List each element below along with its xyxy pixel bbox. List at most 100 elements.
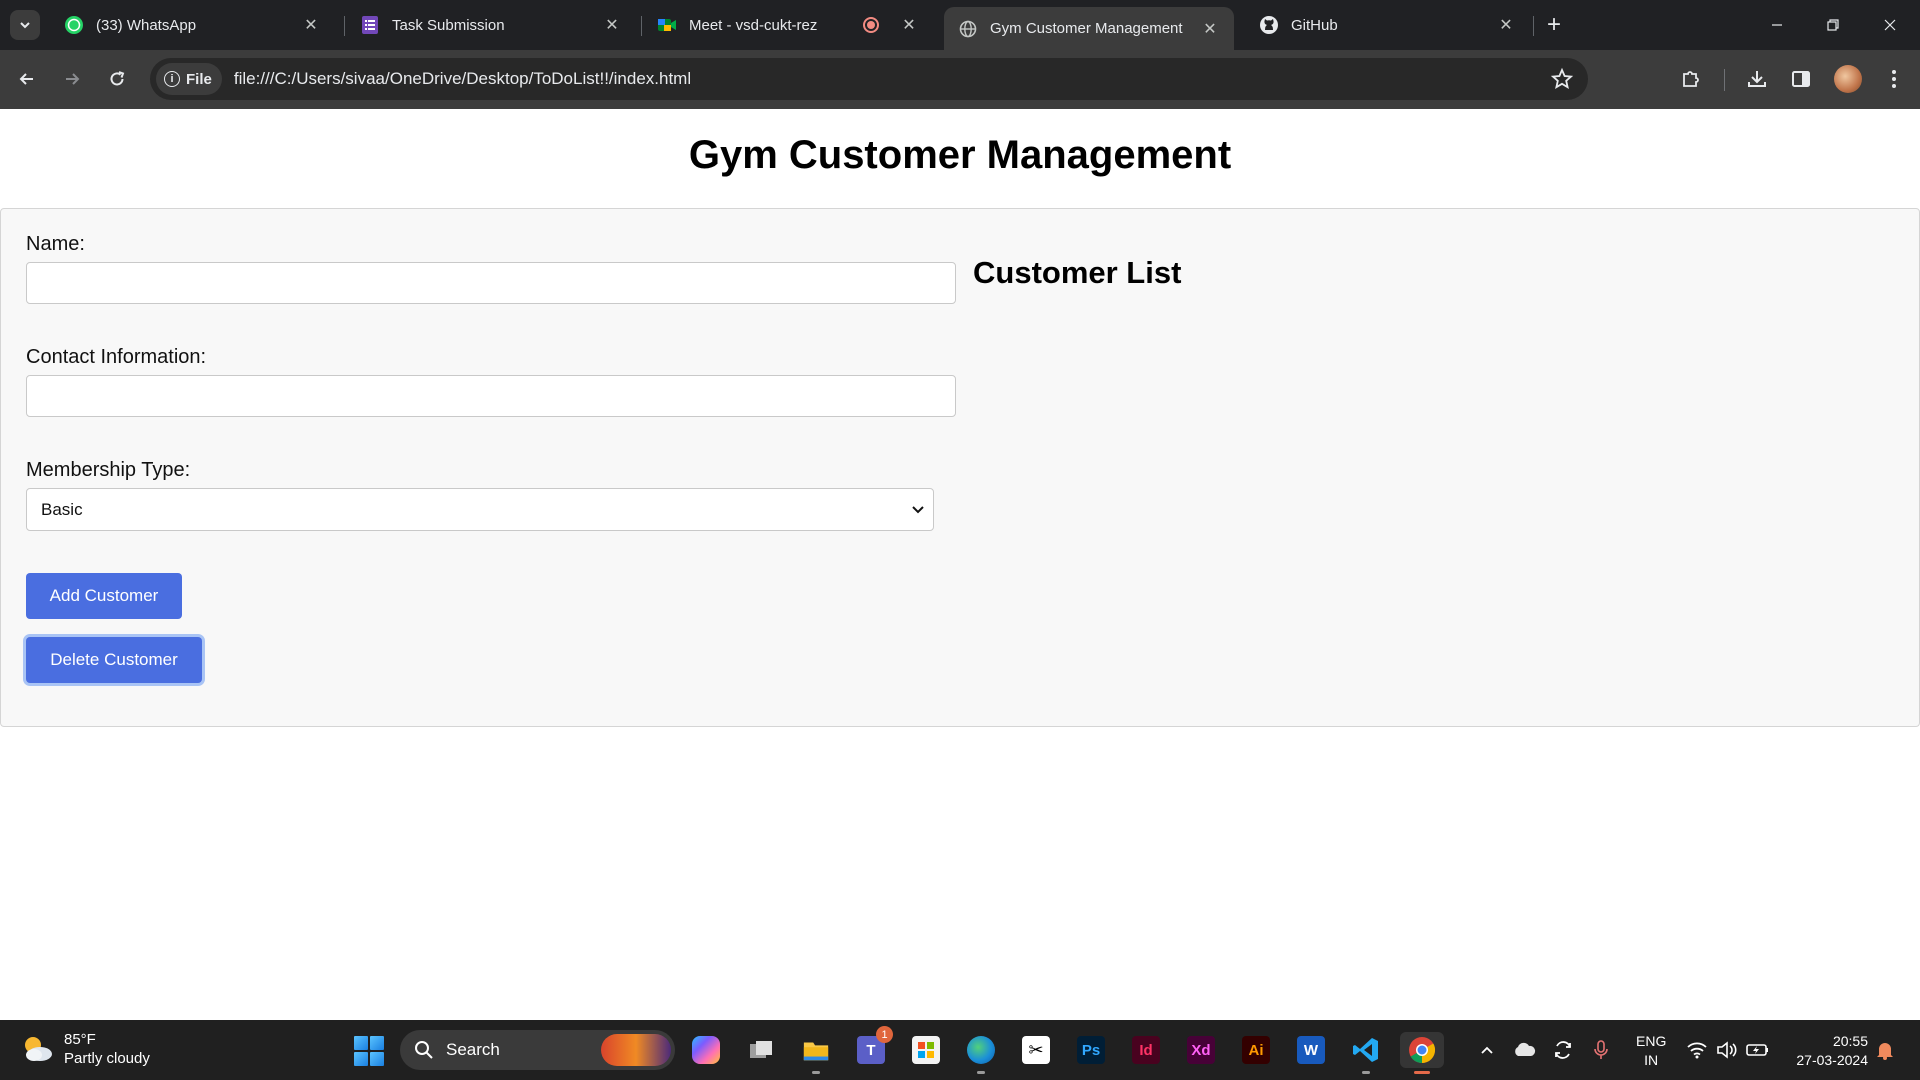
kebab-menu-icon	[1892, 70, 1896, 88]
github-icon	[1259, 15, 1279, 35]
notifications-button[interactable]	[1870, 1020, 1900, 1080]
cloud-icon	[1515, 1042, 1536, 1056]
start-tile	[370, 1052, 384, 1066]
chevron-down-icon	[912, 506, 924, 514]
name-input[interactable]	[26, 262, 956, 304]
tab-search-button[interactable]	[10, 10, 40, 40]
wifi-status[interactable]	[1682, 1020, 1712, 1080]
notification-badge: 1	[876, 1026, 893, 1043]
battery-status[interactable]	[1742, 1020, 1774, 1080]
vscode-button[interactable]	[1348, 1032, 1384, 1074]
site-info-chip[interactable]: i File	[156, 63, 222, 95]
task-view-button[interactable]	[743, 1032, 779, 1068]
region-code: IN	[1644, 1052, 1659, 1068]
tab-meet[interactable]: Meet - vsd-cukt-rez ✕	[643, 7, 933, 43]
illustrator-button[interactable]: Ai	[1238, 1032, 1274, 1068]
tab-title: Task Submission	[392, 16, 505, 34]
membership-label: Membership Type:	[26, 459, 191, 481]
indesign-icon: Id	[1132, 1036, 1160, 1064]
browser-menu-button[interactable]	[1879, 64, 1909, 94]
capcut-icon: ✂	[1022, 1036, 1050, 1064]
tab-gym-customer-management[interactable]: Gym Customer Management ✕	[944, 7, 1234, 50]
window-close-button[interactable]	[1870, 8, 1910, 42]
clock-date: 27-03-2024	[1796, 1052, 1868, 1068]
clock-time: 20:55	[1832, 1033, 1868, 1049]
minimize-button[interactable]	[1757, 8, 1797, 42]
back-button[interactable]	[12, 64, 42, 94]
task-view-icon	[747, 1036, 775, 1064]
start-button[interactable]	[354, 1036, 384, 1066]
sync-icon	[1555, 1041, 1571, 1059]
microsoft-store-button[interactable]	[908, 1032, 944, 1068]
tab-title: Gym Customer Management	[990, 20, 1183, 37]
bookmark-star-icon[interactable]	[1550, 67, 1574, 96]
word-button[interactable]: W	[1293, 1032, 1329, 1068]
page-content: Gym Customer Management Name: Contact In…	[0, 109, 1920, 1020]
tab-task-submission[interactable]: Task Submission ✕	[346, 7, 636, 43]
illustrator-icon: Ai	[1242, 1036, 1270, 1064]
close-icon[interactable]: ✕	[1200, 19, 1220, 39]
onedrive-button[interactable]	[1506, 1020, 1542, 1080]
contact-label: Contact Information:	[26, 346, 207, 368]
close-icon	[1884, 19, 1896, 31]
puzzle-icon	[1683, 71, 1699, 87]
browser-toolbar: i File file:///C:/Users/sivaa/OneDrive/D…	[0, 50, 1920, 109]
chrome-button[interactable]	[1400, 1032, 1444, 1074]
chrome-icon	[1408, 1036, 1436, 1064]
contact-input[interactable]	[26, 375, 956, 417]
tab-strip: (33) WhatsApp ✕ Task Submission ✕ Meet -…	[0, 0, 1920, 50]
word-icon: W	[1297, 1036, 1325, 1064]
chevron-down-icon	[20, 22, 30, 29]
weather-widget[interactable]: 85°F Partly cloudy	[20, 1030, 150, 1068]
volume-status[interactable]	[1712, 1020, 1742, 1080]
customer-form-panel: Name: Contact Information: Membership Ty…	[0, 208, 1920, 727]
sync-button[interactable]	[1546, 1020, 1580, 1080]
system-clock[interactable]: 20:55 27-03-2024	[1786, 1032, 1868, 1070]
tab-github[interactable]: GitHub ✕	[1245, 7, 1530, 43]
tab-whatsapp[interactable]: (33) WhatsApp ✕	[50, 7, 335, 43]
bell-icon	[1877, 1043, 1893, 1060]
url-text[interactable]: file:///C:/Users/sivaa/OneDrive/Desktop/…	[234, 69, 691, 89]
indesign-button[interactable]: Id	[1128, 1032, 1164, 1068]
show-hidden-icons-button[interactable]	[1472, 1020, 1502, 1080]
microphone-button[interactable]	[1586, 1020, 1616, 1080]
extensions-button[interactable]	[1676, 64, 1706, 94]
xd-button[interactable]: Xd	[1183, 1032, 1219, 1068]
download-icon	[1748, 71, 1766, 87]
edge-button[interactable]	[963, 1032, 999, 1074]
downloads-button[interactable]	[1742, 64, 1772, 94]
arrow-right-icon	[66, 73, 80, 85]
minimize-icon	[1772, 24, 1782, 26]
info-icon: i	[164, 71, 180, 87]
close-icon[interactable]: ✕	[1496, 15, 1516, 35]
running-indicator	[977, 1071, 985, 1074]
profile-avatar[interactable]	[1834, 65, 1862, 93]
membership-type-select[interactable]: Basic	[26, 488, 934, 531]
delete-customer-button[interactable]: Delete Customer	[26, 637, 202, 683]
copilot-button[interactable]	[688, 1032, 724, 1068]
taskbar-search[interactable]: Search	[400, 1030, 675, 1070]
microphone-icon	[1594, 1040, 1608, 1059]
close-icon[interactable]: ✕	[301, 15, 321, 35]
search-label: Search	[446, 1040, 500, 1059]
file-explorer-button[interactable]	[798, 1032, 834, 1074]
restore-button[interactable]	[1813, 8, 1853, 42]
close-icon[interactable]: ✕	[602, 15, 622, 35]
forward-button[interactable]	[57, 64, 87, 94]
search-icon	[415, 1041, 433, 1059]
teams-button[interactable]: T 1	[853, 1026, 893, 1068]
address-bar[interactable]: i File file:///C:/Users/sivaa/OneDrive/D…	[150, 58, 1588, 100]
tab-separator	[641, 16, 642, 36]
taskbar: 85°F Partly cloudy Search T 1 ✂ Ps Id Xd…	[0, 1020, 1920, 1080]
add-customer-button[interactable]: Add Customer	[26, 573, 182, 619]
close-icon[interactable]: ✕	[899, 15, 919, 35]
tab-title: Meet - vsd-cukt-rez	[689, 16, 818, 34]
reload-button[interactable]	[102, 64, 132, 94]
new-tab-button[interactable]: +	[1540, 11, 1568, 39]
speaker-icon	[1717, 1041, 1737, 1059]
photoshop-button[interactable]: Ps	[1073, 1032, 1109, 1068]
side-panel-button[interactable]	[1786, 64, 1816, 94]
language-indicator[interactable]: ENG IN	[1636, 1032, 1666, 1070]
whatsapp-icon	[64, 15, 84, 35]
capcut-button[interactable]: ✂	[1018, 1032, 1054, 1068]
